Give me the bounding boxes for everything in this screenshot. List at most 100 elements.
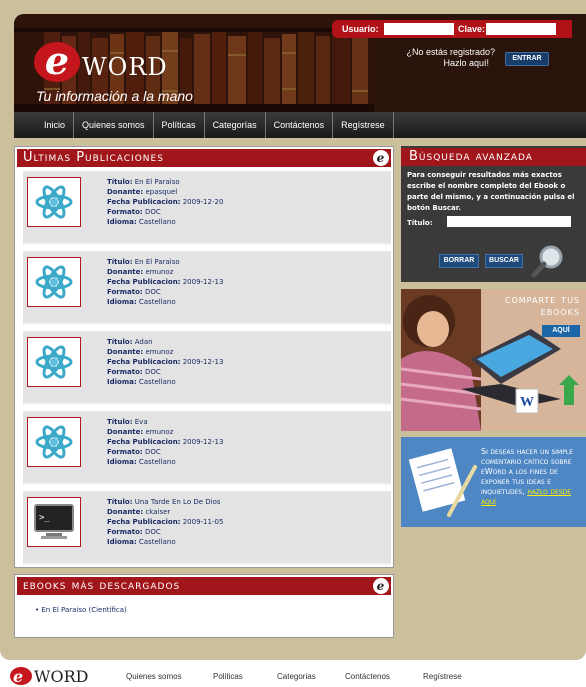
share-ebooks-banner[interactable]: W comparte tus ebooks AQUÍ bbox=[401, 289, 586, 431]
eword-e-icon: e bbox=[373, 578, 389, 594]
title-label: Título: bbox=[107, 418, 133, 426]
atom-icon[interactable] bbox=[27, 337, 81, 387]
svg-text:>_: >_ bbox=[39, 513, 50, 523]
format-label: Formato: bbox=[107, 448, 143, 456]
date-label: Fecha Publicacion: bbox=[107, 278, 181, 286]
footer-link-categorias[interactable]: Categorias bbox=[277, 672, 316, 682]
donor-label: Donante: bbox=[107, 428, 144, 436]
eword-e-icon: e bbox=[373, 150, 389, 166]
svg-text:W: W bbox=[520, 395, 534, 410]
donor-label: Donante: bbox=[107, 508, 144, 516]
publication-format: DOC bbox=[144, 448, 161, 456]
comment-banner[interactable]: Si deseas hacer un simple comentario crí… bbox=[401, 437, 586, 527]
password-label: Clave: bbox=[458, 24, 486, 34]
footer-link-politicas[interactable]: Politicas bbox=[213, 672, 243, 682]
donor-label: Donante: bbox=[107, 348, 144, 356]
publication-title[interactable]: Adan bbox=[135, 338, 153, 346]
footer-logo-word: WORD bbox=[34, 667, 89, 686]
publication-donor: ckaiser bbox=[145, 508, 171, 516]
most-downloaded-heading: ebooks más descargados bbox=[23, 578, 181, 593]
footer-link-contactenos[interactable]: Contáctenos bbox=[345, 672, 390, 682]
most-downloaded-item[interactable]: • En El Paraiso (Científica) bbox=[35, 605, 127, 615]
search-title-input[interactable] bbox=[447, 216, 571, 227]
publication-title[interactable]: En El Paraiso bbox=[135, 258, 180, 266]
date-label: Fecha Publicacion: bbox=[107, 358, 181, 366]
format-label: Formato: bbox=[107, 208, 143, 216]
publication-item[interactable]: >_ Título: Una Tarde En Lo De Dios Donan… bbox=[23, 491, 391, 565]
login-bar: Usuario: Clave: bbox=[332, 20, 572, 38]
publication-title[interactable]: Una Tarde En Lo De Dios bbox=[135, 498, 221, 506]
atom-icon[interactable] bbox=[27, 417, 81, 467]
paper-pen-icon bbox=[408, 448, 477, 517]
publication-format: DOC bbox=[144, 528, 161, 536]
register-prompt[interactable]: ¿No estás registrado? Hazlo aquí! bbox=[395, 47, 495, 69]
title-label: Título: bbox=[107, 338, 133, 346]
search-description: Para conseguir resultados más exactos es… bbox=[407, 171, 575, 212]
username-input[interactable] bbox=[384, 23, 454, 35]
publication-meta: Título: Eva Donante: emunoz Fecha Public… bbox=[107, 417, 223, 467]
footer-link-quienes-somos[interactable]: Quienes somos bbox=[126, 672, 182, 682]
nav-item-contactenos[interactable]: Contáctenos bbox=[266, 112, 334, 138]
footer-link-registrese[interactable]: Regístrese bbox=[423, 672, 462, 682]
clear-button[interactable]: BORRAR bbox=[439, 254, 479, 268]
nav-item-registrese[interactable]: Regístrese bbox=[333, 112, 394, 138]
svg-text:e: e bbox=[13, 667, 23, 686]
search-title-label: Título: bbox=[407, 219, 433, 227]
publication-format: DOC bbox=[144, 208, 161, 216]
donor-label: Donante: bbox=[107, 268, 144, 276]
latest-publications-title: Últimas Publicaciones e bbox=[17, 149, 391, 167]
comment-text: Si deseas hacer un simple comentario crí… bbox=[481, 447, 585, 507]
publication-donor: emunoz bbox=[145, 348, 174, 356]
publication-item[interactable]: Título: En El Paraiso Donante: epasquel … bbox=[23, 171, 391, 245]
publication-meta: Título: Adan Donante: emunoz Fecha Publi… bbox=[107, 337, 223, 387]
language-label: Idioma: bbox=[107, 378, 137, 386]
logo-e-mark: e bbox=[34, 42, 80, 82]
footer-logo[interactable]: e WORD bbox=[10, 666, 94, 687]
most-downloaded-title: ebooks más descargados e bbox=[17, 577, 391, 595]
magnifier-icon bbox=[531, 245, 563, 278]
advanced-search-panel: Búsqueda avanzada Para conseguir resulta… bbox=[401, 146, 586, 282]
nav-item-politicas[interactable]: Políticas bbox=[154, 112, 205, 138]
terminal-icon[interactable]: >_ bbox=[27, 497, 81, 547]
atom-icon[interactable] bbox=[27, 177, 81, 227]
publication-meta: Título: En El Paraiso Donante: epasquel … bbox=[107, 177, 223, 227]
register-here-link[interactable]: Hazlo aquí! bbox=[395, 58, 495, 69]
donor-label: Donante: bbox=[107, 188, 144, 196]
publication-language: Castellano bbox=[138, 378, 176, 386]
nav-item-inicio[interactable]: Inicio bbox=[36, 112, 75, 138]
publication-item[interactable]: Título: En El Paraiso Donante: emunoz Fe… bbox=[23, 251, 391, 325]
nav-item-quienes-somos[interactable]: Quienes somos bbox=[74, 112, 154, 138]
publication-format: DOC bbox=[144, 288, 161, 296]
publication-donor: epasquel bbox=[145, 188, 178, 196]
date-label: Fecha Publicacion: bbox=[107, 438, 181, 446]
format-label: Formato: bbox=[107, 368, 143, 376]
nav-item-categorias[interactable]: Categorías bbox=[205, 112, 266, 138]
not-registered-text: ¿No estás registrado? bbox=[406, 47, 495, 57]
language-label: Idioma: bbox=[107, 538, 137, 546]
publication-language: Castellano bbox=[138, 458, 176, 466]
share-here-button[interactable]: AQUÍ bbox=[542, 325, 580, 337]
site-logo[interactable]: e WORD Tu información a la mano bbox=[32, 40, 232, 110]
share-ebooks-heading: comparte tus ebooks bbox=[505, 293, 580, 317]
publication-donor: emunoz bbox=[145, 428, 174, 436]
title-label: Título: bbox=[107, 498, 133, 506]
publication-title[interactable]: En El Paraiso bbox=[135, 178, 180, 186]
publication-item[interactable]: Título: Adan Donante: emunoz Fecha Publi… bbox=[23, 331, 391, 405]
logo-tagline: Tu información a la mano bbox=[36, 88, 193, 104]
search-button[interactable]: BUSCAR bbox=[485, 254, 523, 268]
password-input[interactable] bbox=[486, 23, 556, 35]
publication-title[interactable]: Eva bbox=[135, 418, 148, 426]
publication-date: 2009-12-13 bbox=[182, 438, 224, 446]
publication-date: 2009-11-05 bbox=[182, 518, 224, 526]
publication-item[interactable]: Título: Eva Donante: emunoz Fecha Public… bbox=[23, 411, 391, 485]
share-title-line2: ebooks bbox=[540, 304, 580, 318]
language-label: Idioma: bbox=[107, 218, 137, 226]
footer: e WORD Quienes somos Politicas Categoria… bbox=[0, 662, 586, 687]
atom-icon[interactable] bbox=[27, 257, 81, 307]
publication-meta: Título: Una Tarde En Lo De Dios Donante:… bbox=[107, 497, 223, 547]
login-button[interactable]: ENTRAR bbox=[505, 52, 549, 66]
publication-date: 2009-12-13 bbox=[182, 358, 224, 366]
username-label: Usuario: bbox=[342, 24, 379, 34]
publication-language: Castellano bbox=[138, 218, 176, 226]
logo-word: WORD bbox=[82, 53, 168, 81]
